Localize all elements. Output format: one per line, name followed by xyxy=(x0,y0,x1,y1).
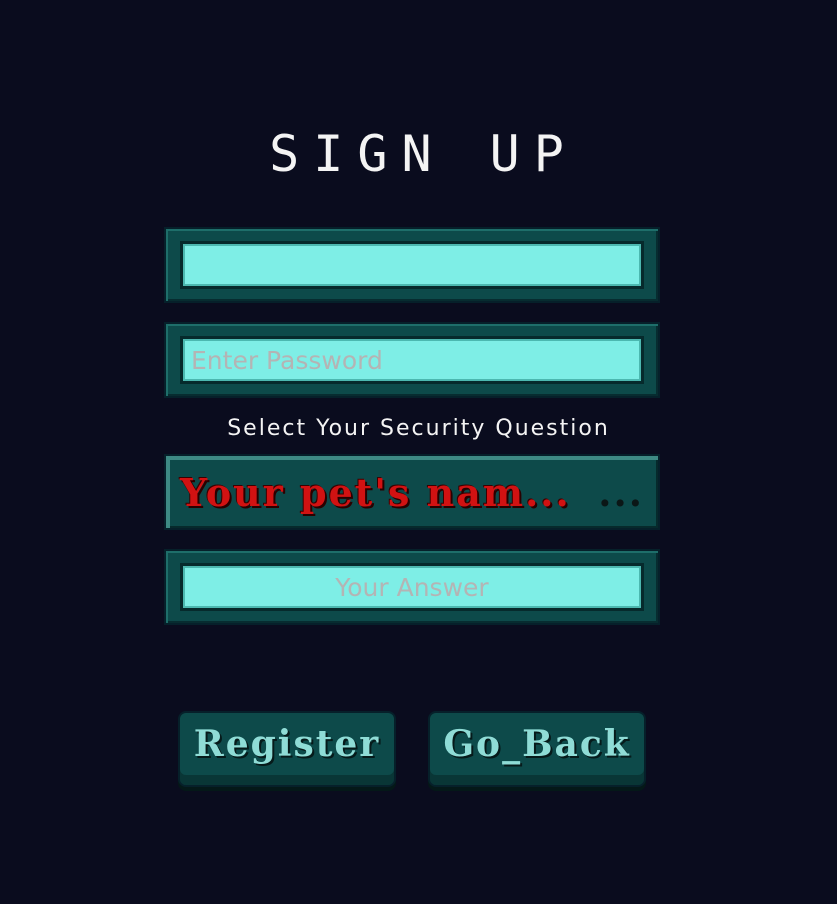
password-input[interactable] xyxy=(183,339,641,381)
security-question-selected: Your pet's nam... xyxy=(180,470,571,515)
answer-field-frame xyxy=(164,549,660,625)
page-title: SIGN UP xyxy=(269,125,578,183)
username-field-frame xyxy=(164,227,660,303)
dropdown-more-indicator: ... xyxy=(598,470,644,515)
go-back-button[interactable]: Go_Back xyxy=(428,711,646,787)
password-field-frame xyxy=(164,322,660,398)
username-field-box xyxy=(180,241,644,289)
security-question-dropdown[interactable]: Your pet's nam... ... xyxy=(164,454,660,530)
answer-input[interactable] xyxy=(183,566,641,608)
security-question-label: Select Your Security Question xyxy=(227,416,610,441)
password-field-box xyxy=(180,336,644,384)
answer-field-box xyxy=(180,563,644,611)
username-input[interactable] xyxy=(183,244,641,286)
register-button[interactable]: Register xyxy=(178,711,396,787)
